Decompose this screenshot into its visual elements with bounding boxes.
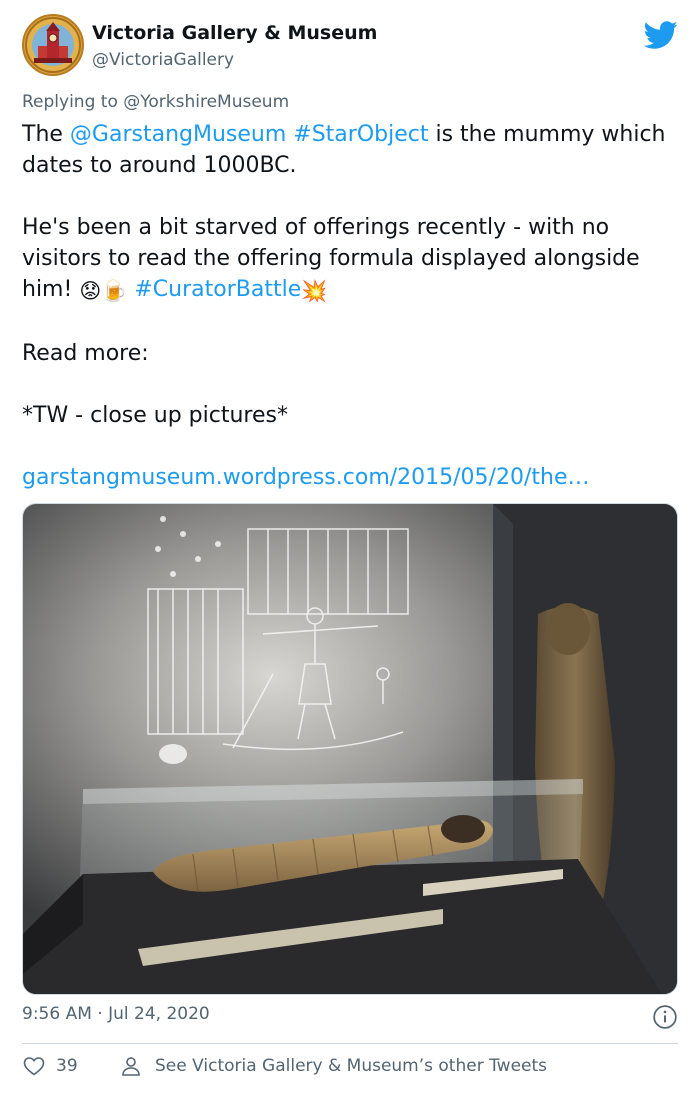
tweet-paragraph-3: Read more: — [22, 341, 149, 366]
reply-context: Replying to @YorkshireMuseum — [22, 92, 289, 112]
hashtag-curatorbattle[interactable]: #CuratorBattle — [134, 277, 301, 302]
tweet-paragraph-4: *TW - close up pictures* — [22, 403, 288, 428]
tweet-date: Jul 24, 2020 — [108, 1004, 210, 1024]
tweet-photo[interactable] — [22, 503, 678, 995]
mummy-in-glass-case-photo — [23, 504, 677, 994]
collision-emoji-icon: 💥 — [301, 279, 328, 303]
reply-mention[interactable]: @YorkshireMuseum — [123, 92, 289, 112]
tweet-paragraph-1: The @GarstangMuseum #StarObject is the m… — [22, 119, 682, 181]
other-tweets-link[interactable]: See Victoria Gallery & Museum’s other Tw… — [119, 1054, 547, 1078]
twitter-bird-icon[interactable] — [644, 18, 678, 52]
like-count: 39 — [56, 1056, 78, 1076]
heart-icon — [23, 1057, 45, 1076]
other-tweets-label: See Victoria Gallery & Museum’s other Tw… — [155, 1056, 548, 1076]
tweet-header: Victoria Gallery & Museum @VictoriaGalle… — [22, 14, 678, 78]
info-icon[interactable] — [652, 1004, 678, 1030]
divider — [22, 1043, 678, 1044]
tweet-link-paragraph: garstangmuseum.wordpress.com/2015/05/20/… — [22, 462, 682, 493]
clocktower-logo-icon[interactable] — [22, 14, 84, 76]
meta-separator: · — [91, 1004, 109, 1024]
account-name[interactable]: Victoria Gallery & Museum — [92, 22, 377, 44]
tweet-timestamp[interactable]: 9:56 AM · Jul 24, 2020 — [22, 1004, 210, 1024]
account-handle[interactable]: @VictoriaGallery — [92, 50, 234, 70]
person-icon — [122, 1057, 140, 1076]
tweet-time: 9:56 AM — [22, 1004, 92, 1024]
worried-face-emoji-icon: 😟 — [79, 279, 102, 303]
mention-link[interactable]: @GarstangMuseum — [70, 122, 286, 147]
beer-mug-emoji-icon: 🍺 — [101, 279, 128, 303]
hashtag-starobject[interactable]: #StarObject — [293, 122, 428, 147]
like-button[interactable]: 39 — [22, 1054, 78, 1078]
reply-prefix: Replying to — [22, 92, 124, 112]
tweet-actions: 39 See Victoria Gallery & Museum’s other… — [22, 1054, 678, 1084]
tweet-paragraph-2: He's been a bit starved of offerings rec… — [22, 212, 682, 307]
p1-prefix: The — [22, 122, 70, 147]
external-link[interactable]: garstangmuseum.wordpress.com/2015/05/20/… — [22, 465, 589, 490]
tweet-text: The @GarstangMuseum #StarObject is the m… — [22, 119, 682, 524]
